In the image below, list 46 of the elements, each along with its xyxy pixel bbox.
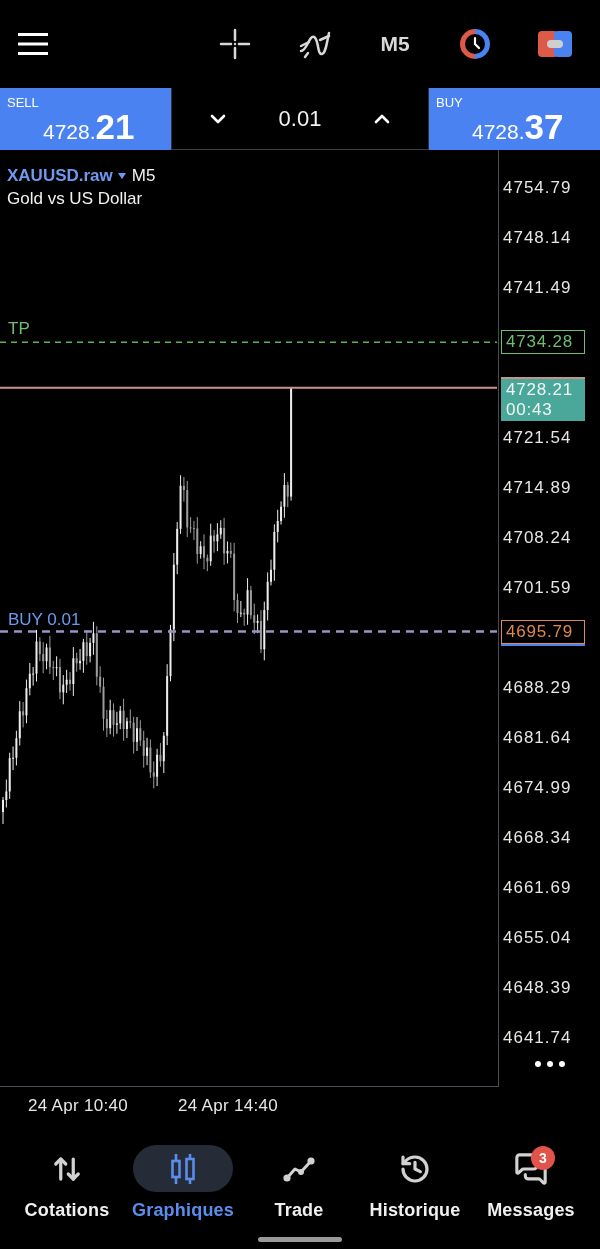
price-tick-label: 4688.29 bbox=[503, 677, 572, 699]
chart-timeframe: M5 bbox=[131, 165, 156, 187]
price-tick-label: 4674.99 bbox=[503, 777, 572, 799]
time-tick-label: 24 Apr 10:40 bbox=[28, 1096, 129, 1116]
price-tick-label: 4668.34 bbox=[503, 827, 572, 849]
current-price: 4728.21 bbox=[506, 379, 575, 400]
price-tick-label: 4721.54 bbox=[503, 427, 572, 449]
menu-icon[interactable] bbox=[18, 33, 48, 55]
price-tick-label: 4741.49 bbox=[503, 277, 572, 299]
symbol-description: Gold vs US Dollar bbox=[7, 188, 143, 210]
buy-button[interactable]: BUY 4728.37 bbox=[429, 88, 600, 150]
price-tick-label: 4641.74 bbox=[503, 1027, 572, 1049]
toggle-icon[interactable] bbox=[538, 31, 572, 57]
nav-tab[interactable]: Trade bbox=[241, 1145, 357, 1221]
sell-button[interactable]: SELL 4728.21 bbox=[0, 88, 171, 150]
time-tick-label: 24 Apr 14:40 bbox=[178, 1096, 279, 1116]
price-tick-label: 4714.89 bbox=[503, 477, 572, 499]
price-tick-label: 4708.24 bbox=[503, 527, 572, 549]
wave-lines-icon[interactable] bbox=[298, 29, 332, 59]
notification-count: 3 bbox=[531, 1146, 555, 1170]
price-tick-label: 4681.64 bbox=[503, 727, 572, 749]
price-tick-label: 4701.59 bbox=[503, 577, 572, 599]
price-tick-label: 4661.69 bbox=[503, 877, 572, 899]
nav-tab[interactable]: Cotations bbox=[9, 1145, 125, 1221]
nav-tab[interactable]: Historique bbox=[357, 1145, 473, 1221]
price-tick-label: 4754.79 bbox=[503, 177, 572, 199]
symbol-selector[interactable]: XAUUSD.raw bbox=[7, 165, 126, 186]
candlestick-icon bbox=[170, 1152, 196, 1185]
order-price-tag: 4695.79 bbox=[501, 619, 585, 644]
history-icon bbox=[399, 1152, 431, 1185]
bar-countdown: 00:43 bbox=[506, 399, 554, 420]
line-chart-icon bbox=[283, 1155, 315, 1182]
order-label: BUY 0.01 bbox=[8, 609, 81, 630]
price-tick-label: 4748.14 bbox=[503, 227, 572, 249]
nav-tab[interactable]: 3 Messages bbox=[473, 1145, 589, 1221]
take-profit-label: TP bbox=[8, 319, 30, 340]
crosshair-icon[interactable] bbox=[219, 28, 251, 60]
volume-field[interactable]: 0.01 bbox=[278, 105, 322, 132]
price-tick-label: 4655.04 bbox=[503, 927, 572, 949]
clock-icon[interactable] bbox=[459, 28, 491, 60]
take-profit-price-tag: 4734.28 bbox=[501, 330, 585, 355]
chat-bubbles-icon bbox=[514, 1151, 548, 1186]
more-icon[interactable] bbox=[535, 1061, 565, 1067]
timeframe-button[interactable]: M5 bbox=[380, 32, 410, 56]
caret-down-icon bbox=[117, 172, 126, 179]
price-tick-label: 4648.39 bbox=[503, 977, 572, 999]
